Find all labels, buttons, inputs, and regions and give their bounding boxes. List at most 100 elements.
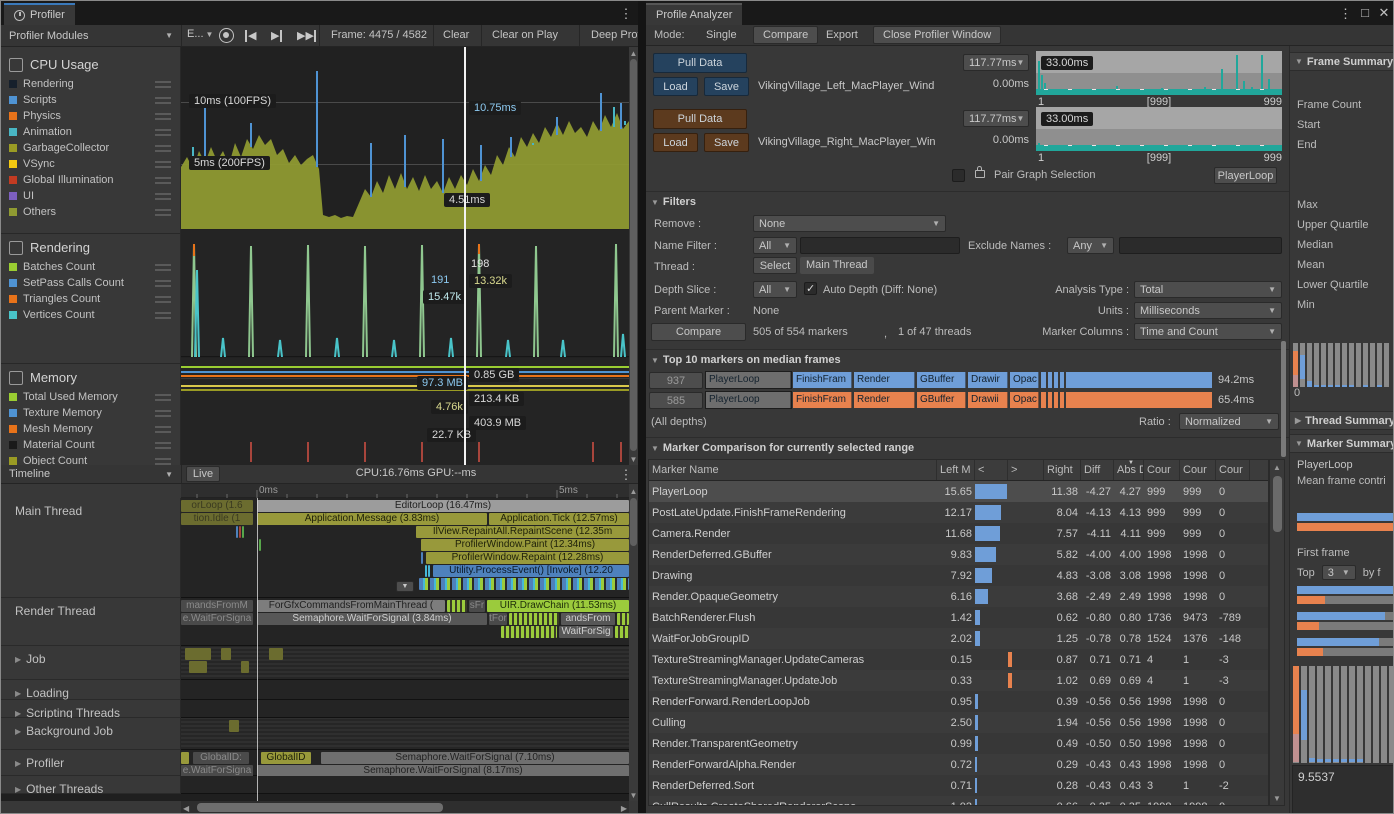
- table-row[interactable]: PostLateUpdate.FinishFrameRendering12.17…: [649, 502, 1268, 523]
- table-row[interactable]: Drawing7.924.83-3.083.08199819980: [649, 565, 1268, 586]
- thread-lane-3[interactable]: [181, 680, 629, 700]
- top10-marker-segment[interactable]: Drawir: [968, 372, 1008, 388]
- pair-graph-checkbox[interactable]: [952, 169, 965, 182]
- ratio-dropdown[interactable]: Normalized▼: [1179, 413, 1279, 430]
- timeline-segment[interactable]: ProfilerWindow.Repaint (12.28ms): [426, 552, 629, 564]
- column-header-4[interactable]: Right: [1044, 460, 1081, 480]
- module-title-0[interactable]: CPU Usage: [1, 51, 181, 76]
- drag-handle-icon[interactable]: [155, 161, 171, 168]
- timeline-segment[interactable]: e.WaitForSigna: [181, 613, 253, 625]
- auto-depth-checkbox[interactable]: [804, 282, 817, 295]
- thread-value-chip[interactable]: Main Thread: [800, 257, 874, 274]
- marker-table-header[interactable]: Marker NameLeft M<>RightDiffAbs D▼CourCo…: [649, 460, 1268, 481]
- drag-handle-icon[interactable]: [155, 426, 171, 433]
- top10-marker-segment[interactable]: FinishFram: [793, 392, 852, 408]
- timeline-segment[interactable]: [241, 661, 249, 673]
- drag-handle-icon[interactable]: [155, 209, 171, 216]
- column-header-5[interactable]: Diff: [1081, 460, 1114, 480]
- rendering-chart[interactable]: 191 15.47k 198 13.32k: [181, 230, 629, 357]
- legend-material-count[interactable]: Material Count: [1, 437, 181, 453]
- tab-profile-analyzer[interactable]: Profile Analyzer: [646, 3, 742, 25]
- thread-summary-header[interactable]: ▶Thread Summary: [1290, 411, 1394, 430]
- legend-garbagecollector[interactable]: GarbageCollector: [1, 140, 181, 156]
- timeline-vscrollbar[interactable]: ▲ ▼: [629, 484, 638, 801]
- analyzer-kebab-icon[interactable]: ⋮: [1339, 6, 1351, 22]
- drag-handle-icon[interactable]: [155, 193, 171, 200]
- top10-marker-segment[interactable]: FinishFram: [793, 372, 852, 388]
- timeline-segment[interactable]: [189, 661, 207, 673]
- timeline-segment[interactable]: [242, 526, 244, 538]
- timeline-segment[interactable]: EditorLoop (16.47ms): [257, 500, 629, 512]
- legend-physics[interactable]: Physics: [1, 108, 181, 124]
- thread-lane-6[interactable]: GlobalID:GlobalIDSemaphore.WaitForSignal…: [181, 750, 629, 776]
- timeline-segment[interactable]: tion.Idle (1: [181, 513, 253, 525]
- name-filter-mode-dropdown[interactable]: All▼: [753, 237, 797, 254]
- legend-mesh-memory[interactable]: Mesh Memory: [1, 421, 181, 437]
- window-divider[interactable]: [638, 1, 646, 814]
- table-row[interactable]: BatchRenderer.Flush1.420.62-0.800.801736…: [649, 607, 1268, 628]
- legend-vsync[interactable]: VSync: [1, 156, 181, 172]
- first-frame-button[interactable]: ◀: [245, 29, 256, 42]
- thread-select-button[interactable]: Select: [753, 257, 797, 274]
- pair-selection-chip[interactable]: PlayerLoop: [1214, 167, 1277, 184]
- table-row[interactable]: RenderDeferred.GBuffer9.835.82-4.004.001…: [649, 544, 1268, 565]
- legend-texture-memory[interactable]: Texture Memory: [1, 405, 181, 421]
- top10-marker-segment[interactable]: PlayerLoop: [706, 392, 791, 408]
- mode-compare-button[interactable]: Compare: [753, 26, 818, 44]
- timeline-segment[interactable]: [421, 552, 423, 564]
- column-header-3[interactable]: >: [1008, 460, 1044, 480]
- module-title-1[interactable]: Rendering: [1, 234, 181, 259]
- table-row[interactable]: RenderDeferred.Sort0.710.28-0.430.4331-2: [649, 775, 1268, 796]
- column-header-0[interactable]: Marker Name: [649, 460, 937, 480]
- table-row[interactable]: TextureStreamingManager.UpdateJob0.331.0…: [649, 670, 1268, 691]
- timeline-segment[interactable]: ForGfxCommandsFromMainThread (: [257, 600, 445, 612]
- timeline-segment[interactable]: [269, 648, 283, 660]
- table-row[interactable]: RenderForward.RenderLoopJob0.950.39-0.56…: [649, 691, 1268, 712]
- table-row[interactable]: RenderForwardAlpha.Render0.720.29-0.430.…: [649, 754, 1268, 775]
- load-button-0[interactable]: Load: [653, 77, 698, 96]
- top10-marker-segment[interactable]: Opac: [1010, 372, 1039, 388]
- table-row[interactable]: WaitForJobGroupID2.021.25-0.780.78152413…: [649, 628, 1268, 649]
- timeline-segment[interactable]: [221, 648, 231, 660]
- tab-profiler[interactable]: Profiler: [4, 3, 75, 25]
- marker-columns-dropdown[interactable]: Time and Count▼: [1134, 323, 1282, 340]
- table-row[interactable]: Render.OpaqueGeometry6.163.68-2.492.4919…: [649, 586, 1268, 607]
- clear-on-play-button[interactable]: Clear on Play: [484, 25, 566, 46]
- thread-label-main-thread[interactable]: Main Thread: [1, 498, 181, 598]
- timeline-segment[interactable]: orLoop (1.6: [181, 500, 253, 512]
- drag-handle-icon[interactable]: [155, 458, 171, 465]
- timeline-hscrollbar[interactable]: ◀ ▶: [181, 801, 629, 814]
- thread-label-scripting-threads[interactable]: ▶Scripting Threads: [1, 700, 181, 718]
- thread-label-background-job[interactable]: ▶Background Job: [1, 718, 181, 750]
- live-button[interactable]: Live: [186, 466, 220, 482]
- record-button[interactable]: [219, 28, 234, 43]
- timeline-segment[interactable]: mandsFromM: [181, 600, 253, 612]
- legend-setpass-calls-count[interactable]: SetPass Calls Count: [1, 275, 181, 291]
- drag-handle-icon[interactable]: [155, 394, 171, 401]
- top10-marker-segment[interactable]: PlayerLoop: [706, 372, 791, 388]
- timeline-segment[interactable]: IlView.RepaintAll.RepaintScene (12.35m: [416, 526, 629, 538]
- timeline-segment[interactable]: ProfilerWindow.Paint (12.34ms): [421, 539, 629, 551]
- timeline-segment[interactable]: [181, 752, 189, 764]
- modules-scrollbar[interactable]: ▲ ▼: [629, 47, 638, 465]
- frame-selection-line[interactable]: [464, 47, 466, 465]
- module-title-2[interactable]: Memory: [1, 364, 181, 389]
- profiler-menu-kebab-icon[interactable]: ⋮: [619, 6, 633, 22]
- timeline-segment[interactable]: Application.Message (3.83ms): [257, 513, 487, 525]
- thread-lane-4[interactable]: [181, 700, 629, 718]
- column-header-7[interactable]: Cour: [1144, 460, 1180, 480]
- memory-chart[interactable]: 97.3 MB 4.76k 22.7 KB 0.85 GB 213.4 KB 4…: [181, 358, 629, 465]
- thread-label-other-threads[interactable]: ▶Other Threads: [1, 776, 181, 794]
- scroll-down-icon[interactable]: ▼: [629, 791, 638, 800]
- editor-target-dropdown[interactable]: E...▼: [187, 28, 213, 40]
- scroll-down-icon[interactable]: ▼: [629, 455, 638, 464]
- marker-summary-header[interactable]: ▼Marker Summary: [1290, 434, 1394, 453]
- save-button-0[interactable]: Save: [704, 77, 749, 96]
- column-header-9[interactable]: Cour: [1216, 460, 1250, 480]
- drag-handle-icon[interactable]: [155, 442, 171, 449]
- profiler-modules-dropdown[interactable]: Profiler Modules▼: [1, 25, 181, 46]
- column-header-1[interactable]: Left M: [937, 460, 975, 480]
- timeline-segment[interactable]: [239, 526, 241, 538]
- legend-total-used-memory[interactable]: Total Used Memory: [1, 389, 181, 405]
- timeline-collapse-button[interactable]: ▼: [396, 581, 414, 592]
